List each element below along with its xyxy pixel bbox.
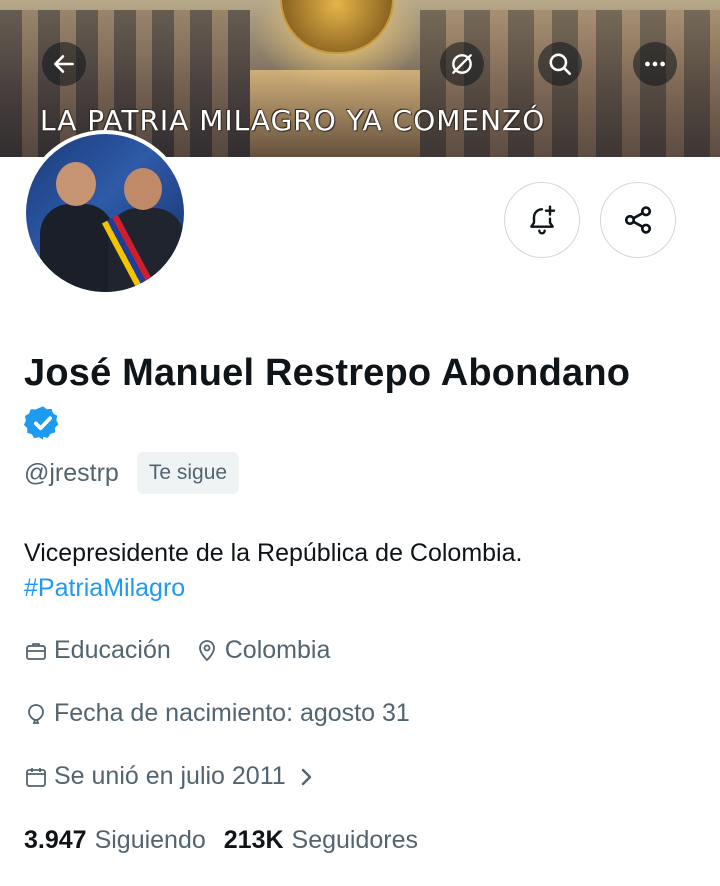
bio-text: Vicepresidente de la República de Colomb… bbox=[24, 539, 523, 567]
share-profile-button[interactable] bbox=[600, 182, 676, 258]
followers-label[interactable]: Seguidores bbox=[292, 826, 418, 855]
joined-item[interactable]: Se unió en julio 2011 bbox=[24, 762, 324, 791]
profile-name: José Manuel Restrepo Abondano bbox=[24, 352, 631, 394]
location-label: Colombia bbox=[224, 636, 331, 664]
banner-slogan: LA PATRIA MILAGRO YA COMENZÓ bbox=[40, 104, 546, 137]
bell-plus-icon bbox=[530, 205, 556, 235]
profile-handle: @jrestrp bbox=[24, 458, 119, 487]
profile-meta-row-3[interactable]: Se unió en julio 2011 bbox=[24, 762, 348, 791]
category-item: Educación bbox=[24, 636, 171, 665]
search-button[interactable] bbox=[538, 42, 582, 86]
profile-meta-row-2: Fecha de nacimiento: agosto 31 bbox=[24, 699, 434, 728]
arrow-left-icon bbox=[54, 55, 74, 73]
more-button[interactable] bbox=[633, 42, 677, 86]
avatar-photo bbox=[26, 134, 184, 292]
translate-button[interactable] bbox=[440, 42, 484, 86]
birthday-item: Fecha de nacimiento: agosto 31 bbox=[24, 699, 410, 728]
chevron-right-icon bbox=[301, 768, 311, 785]
notifications-button[interactable] bbox=[504, 182, 580, 258]
more-horizontal-icon bbox=[645, 61, 665, 67]
banner-emblem bbox=[280, 0, 394, 54]
briefcase-icon bbox=[26, 642, 46, 660]
followers-count[interactable]: 213K bbox=[224, 826, 284, 855]
handle-row: @jrestrp Te sigue bbox=[24, 452, 240, 494]
share-icon bbox=[624, 206, 652, 234]
location-item: Colombia bbox=[195, 636, 331, 665]
follows-you-badge: Te sigue bbox=[136, 452, 240, 494]
balloon-icon bbox=[28, 703, 44, 724]
circle-slash-icon bbox=[452, 54, 472, 74]
back-button[interactable] bbox=[42, 42, 86, 86]
verified-badge-icon[interactable] bbox=[24, 404, 62, 442]
location-pin-icon bbox=[198, 639, 215, 661]
profile-meta-row-1: Educación Colombia bbox=[24, 636, 354, 665]
calendar-icon bbox=[26, 767, 46, 787]
following-count[interactable]: 3.947 bbox=[24, 826, 87, 855]
following-label[interactable]: Siguiendo bbox=[95, 826, 206, 855]
birthday-label: Fecha de nacimiento: agosto 31 bbox=[54, 699, 410, 727]
search-icon bbox=[549, 53, 572, 76]
avatar[interactable] bbox=[22, 130, 188, 296]
joined-label: Se unió en julio 2011 bbox=[54, 762, 286, 790]
profile-bio: Vicepresidente de la República de Colomb… bbox=[24, 536, 704, 606]
bio-hashtag-link[interactable]: #PatriaMilagro bbox=[24, 571, 704, 606]
follow-stats: 3.947 Siguiendo 213K Seguidores bbox=[24, 826, 436, 855]
category-label: Educación bbox=[54, 636, 171, 664]
